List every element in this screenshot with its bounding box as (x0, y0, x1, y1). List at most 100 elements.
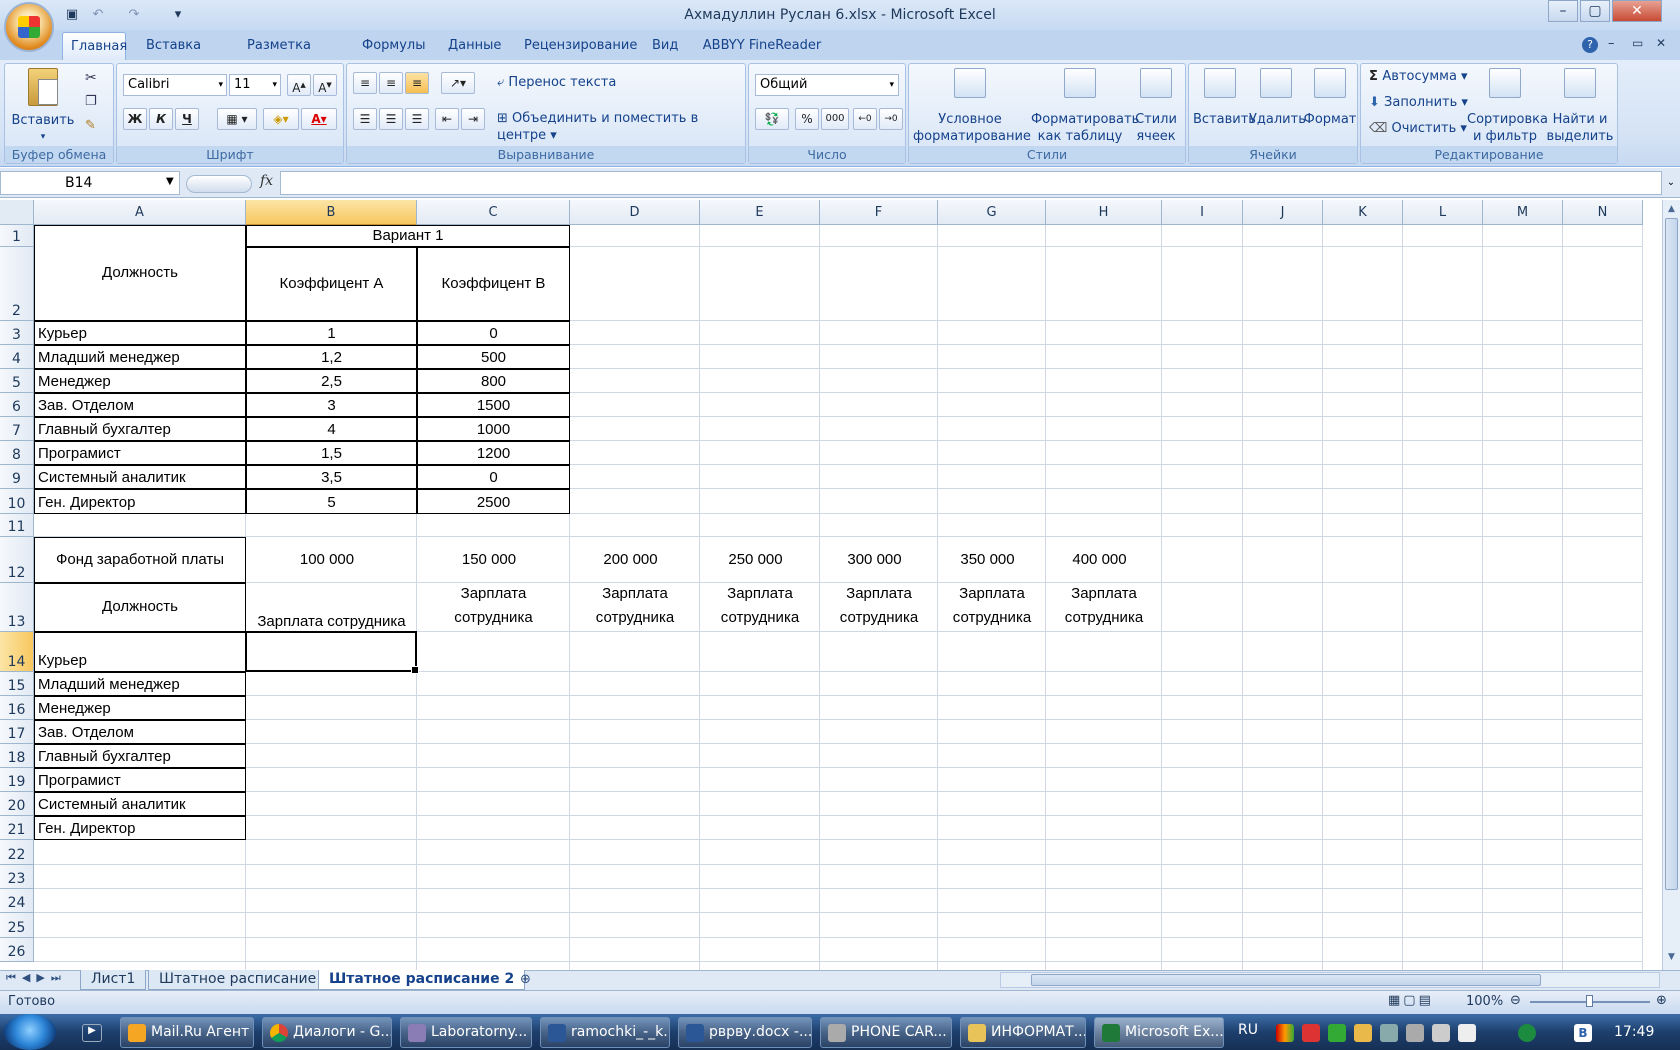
undo-icon[interactable]: ↶ (88, 6, 108, 24)
tab-data[interactable]: Данные (440, 32, 504, 60)
formula-input[interactable] (280, 171, 1662, 195)
align-right-icon[interactable]: ☰ (405, 108, 429, 130)
row-header-4[interactable]: 4 (0, 345, 34, 369)
taskbar-item-excel[interactable]: Microsoft Ex... (1094, 1017, 1224, 1048)
fund-value[interactable]: 100 000 (246, 537, 417, 583)
format-as-table-button[interactable]: Форматировать как таблицу (1031, 68, 1139, 145)
zoom-in-icon[interactable]: ⊕ (1656, 993, 1667, 1008)
coef-b-cell[interactable]: 800 (417, 369, 570, 393)
horizontal-scroll-thumb[interactable] (1031, 974, 1541, 986)
align-top-icon[interactable]: ≡ (353, 72, 377, 94)
tray-network-icon[interactable] (1406, 1024, 1424, 1042)
column-header-b[interactable]: B (246, 200, 417, 225)
office-button[interactable] (4, 2, 54, 52)
conditional-format-button[interactable]: Условное форматирование (913, 68, 1031, 145)
name-box-dropdown-icon[interactable]: ▼ (166, 176, 174, 187)
row-header-21[interactable]: 21 (0, 816, 34, 840)
position-cell[interactable]: Курьер (34, 321, 246, 345)
row-header-17[interactable]: 17 (0, 720, 34, 744)
scroll-up-icon[interactable]: ▲ (1665, 204, 1678, 216)
row-header-26[interactable]: 26 (0, 938, 34, 962)
salary-header[interactable]: Зарплата сотрудника (700, 583, 820, 632)
position-cell[interactable]: Програмист (34, 441, 246, 465)
row-header-23[interactable]: 23 (0, 865, 34, 889)
zoom-slider-thumb[interactable] (1586, 995, 1593, 1007)
tab-review[interactable]: Рецензирование (516, 32, 637, 60)
tray-torrent-icon[interactable] (1518, 1024, 1536, 1042)
coef-a-cell[interactable]: 5 (246, 489, 417, 514)
row-header-7[interactable]: 7 (0, 417, 34, 441)
minimize-button[interactable]: – (1548, 0, 1578, 22)
position-cell[interactable]: Ген. Директор (34, 816, 246, 840)
show-desktop-icon[interactable]: ▶ (82, 1024, 102, 1042)
tray-notes-icon[interactable] (1354, 1024, 1372, 1042)
view-buttons-icon[interactable]: ▦▢▤ (1388, 993, 1434, 1008)
row-header-2[interactable]: 2 (0, 247, 34, 321)
tray-device-icon[interactable] (1380, 1024, 1398, 1042)
decrease-decimal-icon[interactable]: →0 (879, 108, 903, 130)
position-cell[interactable]: Менеджер (34, 696, 246, 720)
orientation-icon[interactable]: ↗▾ (441, 72, 475, 94)
select-all-corner[interactable] (0, 200, 34, 225)
percent-button[interactable]: % (795, 108, 819, 130)
number-format-combo[interactable]: Общий ▾ (755, 74, 899, 96)
column-header-k[interactable]: K (1323, 200, 1403, 225)
grow-font-icon[interactable]: A▲ (287, 74, 311, 96)
align-middle-icon[interactable]: ≡ (379, 72, 403, 94)
redo-icon[interactable]: ↷ (124, 6, 144, 24)
autosum-button[interactable]: Σ Автосумма ▾ (1369, 68, 1468, 85)
clear-button[interactable]: ⌫ Очистить ▾ (1369, 120, 1467, 137)
cut-icon[interactable]: ✂ (85, 70, 97, 86)
fund-value[interactable]: 300 000 (820, 537, 938, 583)
row-header-13[interactable]: 13 (0, 583, 34, 632)
fill-button[interactable]: ⬇ Заполнить ▾ (1369, 94, 1468, 111)
taskbar-item-chrome[interactable]: Диалоги - G... (262, 1017, 392, 1048)
row-header-15[interactable]: 15 (0, 672, 34, 696)
position-cell[interactable]: Младший менеджер (34, 672, 246, 696)
font-size-combo[interactable]: 11 ▾ (229, 74, 281, 96)
ribbon-minimize-icon[interactable]: – (1608, 36, 1615, 51)
coef-a-cell[interactable]: 1,2 (246, 345, 417, 369)
coef-b-cell[interactable]: 1500 (417, 393, 570, 417)
font-color-button[interactable]: A▾ (301, 108, 337, 130)
coef-a-cell[interactable]: 4 (246, 417, 417, 441)
coef-a-cell[interactable]: 2,5 (246, 369, 417, 393)
cell-styles-button[interactable]: Стили ячеек (1131, 68, 1181, 145)
tab-formulas[interactable]: Формулы (354, 32, 430, 60)
insert-cells-button[interactable]: Вставить (1193, 68, 1256, 128)
row-header-12[interactable]: 12 (0, 537, 34, 583)
coef-a-cell[interactable]: 1,5 (246, 441, 417, 465)
increase-decimal-icon[interactable]: ←0 (853, 108, 877, 130)
fund-value[interactable]: 350 000 (938, 537, 1046, 583)
borders-icon[interactable]: ▦ ▾ (217, 108, 257, 130)
row-header-1[interactable]: 1 (0, 225, 34, 247)
vertical-scroll-thumb[interactable] (1665, 218, 1678, 890)
language-indicator[interactable]: RU (1238, 1022, 1258, 1038)
row-header-5[interactable]: 5 (0, 369, 34, 393)
coef-b-cell[interactable]: 0 (417, 465, 570, 489)
ribbon-restore-icon[interactable]: ▭ (1632, 36, 1643, 50)
position-cell[interactable]: Системный аналитик (34, 465, 246, 489)
tray-vk-icon[interactable]: B (1574, 1024, 1592, 1042)
row-header-8[interactable]: 8 (0, 441, 34, 465)
column-header-d[interactable]: D (570, 200, 700, 225)
column-header-i[interactable]: I (1162, 200, 1243, 225)
position-cell[interactable]: Курьер (34, 632, 246, 672)
close-button[interactable]: ✕ (1612, 0, 1662, 22)
position-cell[interactable]: Зав. Отделом (34, 393, 246, 417)
fund-label[interactable]: Фонд заработной платы (34, 537, 246, 583)
coef-a-header[interactable]: Коэффицент А (246, 247, 417, 321)
copy-icon[interactable]: ❐ (85, 94, 97, 109)
position-cell[interactable]: Главный бухгалтер (34, 417, 246, 441)
zoom-out-icon[interactable]: ⊖ (1510, 993, 1521, 1008)
formula-bar-splitter[interactable] (186, 175, 252, 193)
position-header[interactable]: Должность (34, 225, 246, 321)
zoom-level[interactable]: 100% (1466, 994, 1503, 1009)
column-header-n[interactable]: N (1563, 200, 1643, 225)
row-header-19[interactable]: 19 (0, 768, 34, 792)
ribbon-close-icon[interactable]: ✕ (1656, 36, 1666, 50)
row-header-3[interactable]: 3 (0, 321, 34, 345)
sheet-nav-icons[interactable]: ⏮◀▶⏭ (6, 971, 67, 985)
position-cell[interactable]: Зав. Отделом (34, 720, 246, 744)
coef-a-cell[interactable]: 1 (246, 321, 417, 345)
